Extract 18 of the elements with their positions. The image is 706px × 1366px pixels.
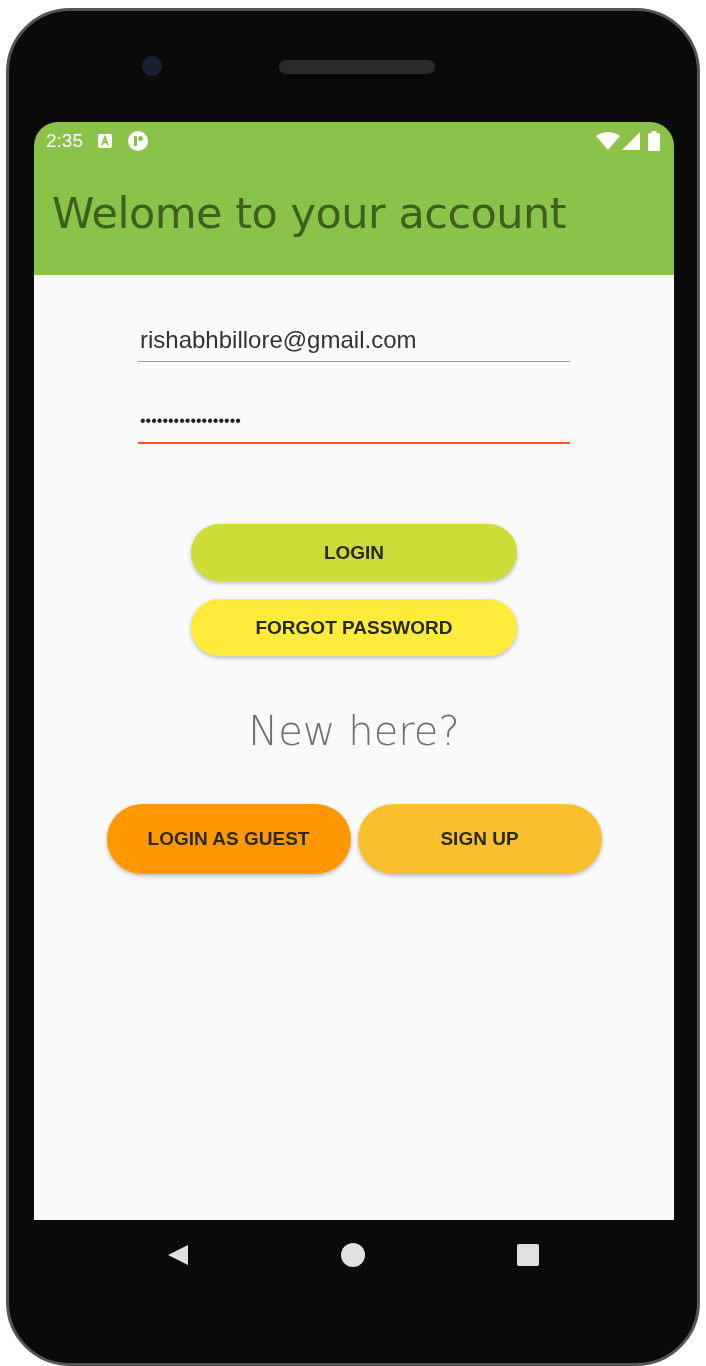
app-notification-icon xyxy=(127,130,149,152)
guest-login-button[interactable]: LOGIN AS GUEST xyxy=(106,804,351,874)
status-time: 2:35 xyxy=(46,130,83,152)
back-icon[interactable] xyxy=(166,1243,190,1267)
camera-icon xyxy=(142,56,162,76)
recents-icon[interactable] xyxy=(516,1243,540,1267)
email-field[interactable]: rishabhbillore@gmail.com xyxy=(138,325,570,362)
battery-icon xyxy=(648,131,660,151)
home-icon[interactable] xyxy=(340,1242,366,1268)
wifi-icon xyxy=(596,132,620,150)
new-here-text: New here? xyxy=(248,708,460,754)
notification-icon xyxy=(97,133,113,149)
app-title: Welome to your account xyxy=(52,188,567,238)
password-field[interactable]: •••••••••••••••••• xyxy=(138,406,570,444)
login-button[interactable]: LOGIN xyxy=(191,524,517,581)
signal-icon xyxy=(622,132,640,150)
forgot-password-button[interactable]: FORGOT PASSWORD xyxy=(191,599,517,656)
sign-up-button[interactable]: SIGN UP xyxy=(357,804,602,874)
